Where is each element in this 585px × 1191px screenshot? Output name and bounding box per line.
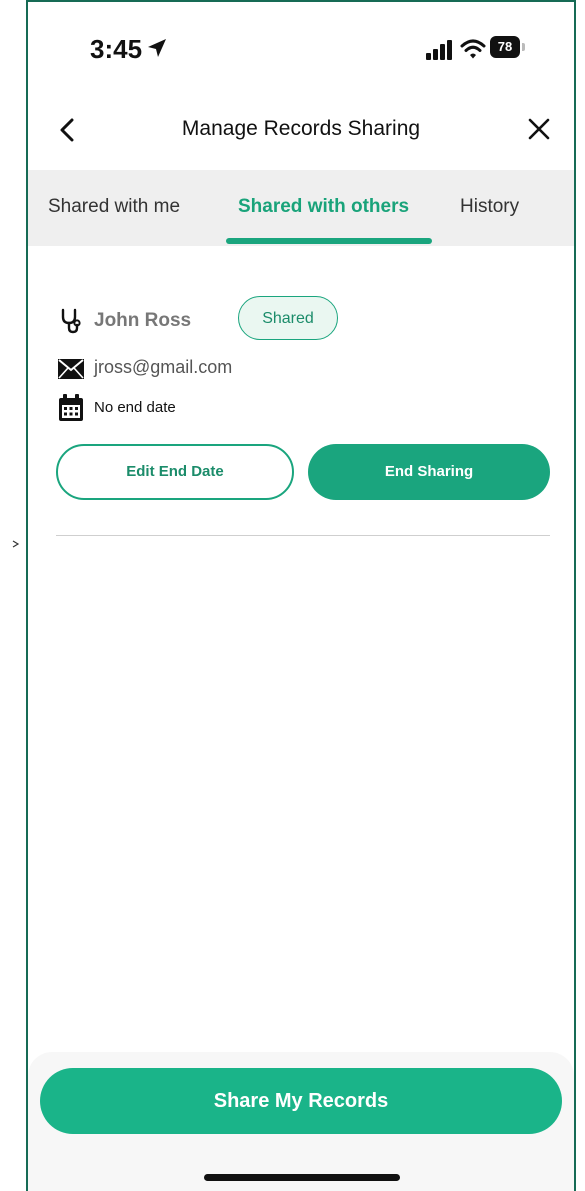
close-icon[interactable] — [528, 118, 550, 140]
phone-screen: 3:45 78 Manage Records Sharing Shared wi… — [26, 0, 576, 1191]
email-row: jross@gmail.com — [58, 356, 458, 382]
tab-bar: Shared with me Shared with others Histor… — [28, 170, 574, 246]
cellular-signal-icon — [426, 40, 452, 60]
top-header: Manage Records Sharing — [28, 98, 574, 170]
divider — [56, 535, 550, 536]
share-entry-card: John Ross Shared jross@gmail.com No end … — [28, 246, 574, 546]
tab-shared-with-others[interactable]: Shared with others — [238, 196, 409, 218]
end-sharing-button[interactable]: End Sharing — [308, 444, 550, 500]
status-badge: Shared — [238, 296, 338, 340]
end-date-text: No end date — [94, 399, 176, 416]
edit-end-date-button[interactable]: Edit End Date — [56, 444, 294, 500]
wifi-icon — [460, 39, 486, 59]
active-tab-indicator — [226, 238, 432, 244]
tab-shared-with-me[interactable]: Shared with me — [48, 196, 180, 218]
contact-row: John Ross Shared — [58, 296, 538, 346]
contact-name: John Ross — [94, 310, 192, 331]
share-my-records-button[interactable]: Share My Records — [40, 1068, 562, 1134]
contact-email: jross@gmail.com — [94, 357, 233, 377]
battery-tip — [522, 43, 525, 51]
calendar-icon — [59, 394, 83, 421]
side-arrow-icon — [12, 540, 20, 548]
status-bar: 3:45 78 — [28, 2, 574, 92]
battery-indicator: 78 — [490, 36, 530, 60]
location-arrow-icon — [148, 39, 166, 57]
stethoscope-icon — [61, 308, 81, 334]
home-indicator — [204, 1174, 400, 1181]
status-time: 3:45 — [90, 34, 143, 64]
mail-icon — [58, 359, 84, 379]
page-title: Manage Records Sharing — [181, 117, 421, 140]
battery-level: 78 — [490, 36, 520, 58]
tab-history[interactable]: History — [460, 196, 519, 218]
end-date-row: No end date — [58, 394, 458, 424]
